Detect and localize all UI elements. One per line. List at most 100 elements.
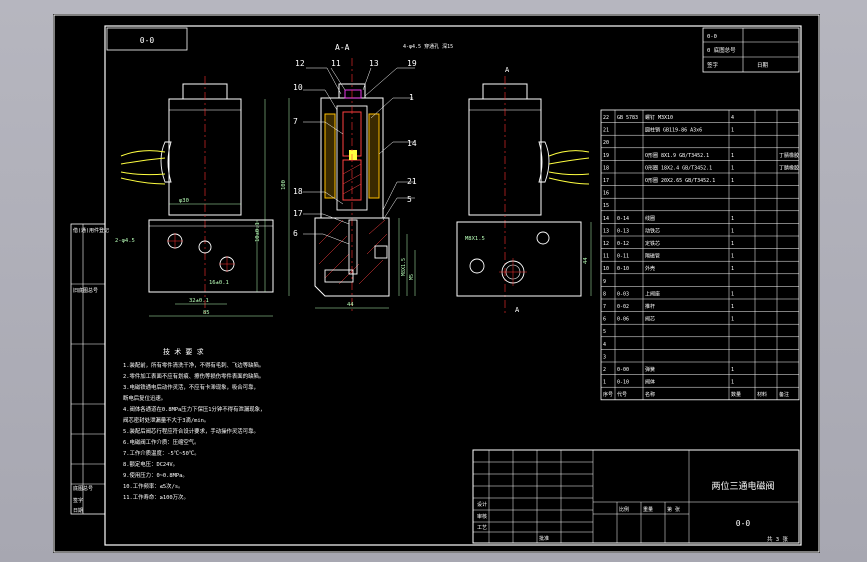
balloon-13: 13: [369, 59, 379, 68]
balloon-14: 14: [407, 139, 417, 148]
code-box: 0-0: [106, 27, 188, 51]
right-view: A A M8X1.5 44: [456, 66, 592, 314]
tech-req-line: 断电后复位迅速。: [123, 394, 166, 402]
bom-cell: 12: [603, 241, 609, 247]
corner-row-3: 签字: [707, 61, 719, 69]
balloon-10: 10: [293, 83, 303, 92]
bom-cell: 20: [603, 140, 609, 146]
view-marker-a-top: A: [505, 66, 510, 74]
bom-cell: O形圈 20X2.65 GB/T3452.1: [645, 177, 715, 184]
bom-cell: 0-14: [617, 216, 629, 222]
bom-cell: 0-13: [617, 228, 629, 234]
balloon-17: 17: [293, 209, 303, 218]
section-label: A-A: [335, 43, 350, 52]
bom-header-cell: 数量: [731, 391, 741, 398]
bom-cell: 9: [603, 279, 606, 285]
bom-cell: 1: [731, 128, 734, 134]
bom-cell: 弹簧: [645, 366, 655, 373]
bom-cell: 13: [603, 228, 609, 234]
bom-cell: GB 5783: [617, 115, 638, 121]
dim-section-44: 44: [347, 302, 354, 308]
strip-label-4: 签字: [73, 497, 83, 504]
dim-height-total: 100: [281, 180, 287, 190]
view-marker-a-bottom: A: [515, 306, 520, 314]
corner-row-2: 0 底图总号: [707, 46, 736, 54]
tech-req-line: 10.工作频率：≤5次/s。: [123, 482, 183, 490]
tb-drawing-title: 两位三通电磁阀: [711, 480, 774, 492]
bom-cell: 7: [603, 304, 606, 310]
bom-cell: 16: [603, 191, 609, 197]
bom-header-cell: 代号: [617, 391, 627, 398]
balloon-12: 12: [295, 59, 305, 68]
dim-left-holes: 2-φ4.5: [115, 238, 135, 244]
bom-cell: 8: [603, 291, 606, 297]
balloon-18: 18: [293, 187, 303, 196]
bom-cell: O形圈 18X2.4 GB/T3452.1: [645, 164, 712, 171]
cad-viewport[interactable]: 借(通)用件登记 旧底图总号 底图总号 签字 日期 0-0 0-0 0 底图总号…: [0, 0, 867, 562]
bom-cell: 2: [603, 367, 606, 373]
bom-cell: 隔磁管: [645, 253, 660, 260]
bom-cell: 15: [603, 203, 609, 209]
bom-cell: 阀芯: [645, 316, 655, 323]
tech-req-line: 2.零件加工表面不应有划痕、擦伤等损伤零件表面的缺陷。: [123, 372, 264, 380]
tech-req-line: 3.电磁铁通电后动作灵活，不应有卡滞现象，吸合可靠，: [123, 383, 259, 391]
bom-cell: 1: [731, 380, 734, 386]
bom-cell: 0-10: [617, 380, 629, 386]
balloon-5: 5: [407, 195, 412, 204]
tech-req-line: 1.装配前，所有零件清洗干净，不得有毛刺、飞边等缺陷。: [123, 361, 264, 369]
tb-scale-label: 比例: [619, 506, 629, 513]
tech-req-line: 5.装配后阀芯行程应符合设计要求，手动操作灵活可靠。: [123, 427, 259, 435]
tech-req-line: 11.工作寿命：≥100万次。: [123, 493, 189, 501]
tb-weight-label: 重量: [643, 506, 653, 513]
balloon-21: 21: [407, 177, 417, 186]
dim-section-10: M8X1.5: [401, 258, 407, 276]
dim-right-44: 44: [583, 257, 589, 264]
tb-row-design: 设计: [477, 501, 487, 508]
bom-cell: 1: [731, 291, 734, 297]
bom-header-cell: 材料: [757, 391, 767, 398]
bom-cell: 1: [731, 254, 734, 260]
bom-cell: 丁腈橡胶: [779, 152, 799, 159]
bom-cell: 0-03: [617, 291, 629, 297]
balloon-19: 19: [407, 59, 417, 68]
tech-req-title: 技 术 要 求: [163, 347, 204, 356]
bom-cell: 螺钉 M3X10: [645, 114, 673, 121]
bom-cell: 0-06: [617, 317, 629, 323]
bom-cell: 22: [603, 115, 609, 121]
top-note: 4-φ4.5 穿通孔 深15: [403, 43, 453, 50]
bom-cell: 0-00: [617, 367, 629, 373]
bom-cell: 1: [731, 216, 734, 222]
bom-cell: 外壳: [645, 265, 655, 272]
bom-table: 22 GB 5783 螺钉 M3X10 421 圆柱销 GB119-86 A3x6 120…: [600, 109, 800, 401]
corner-row-4: 日期: [757, 62, 769, 69]
bom-cell: 1: [731, 165, 734, 171]
bom-cell: 10: [603, 266, 609, 272]
bom-cell: 1: [731, 367, 734, 373]
bom-cell: O形圈 8X1.9 GB/T3452.1: [645, 152, 709, 159]
tech-req-line: 4.阀体各通道在0.8MPa压力下保压1分钟不得有泄漏现象，: [123, 405, 265, 413]
drawing-sheet: 借(通)用件登记 旧底图总号 底图总号 签字 日期 0-0 0-0 0 底图总号…: [53, 14, 820, 553]
strip-label-5: 日期: [73, 508, 83, 514]
dim-bottom-32: 32±0.1: [189, 298, 209, 304]
drawing-canvas: 借(通)用件登记 旧底图总号 底图总号 签字 日期 0-0 0-0 0 底图总号…: [53, 14, 820, 553]
bom-cell: 3: [603, 354, 606, 360]
bom-cell: 1: [731, 178, 734, 184]
balloon-1: 1: [409, 93, 414, 102]
dim-mid-height: 10±0.1: [255, 222, 261, 242]
bom-cell: 5: [603, 329, 606, 335]
tech-req-line: 9.使用压力：0~0.8MPa。: [123, 471, 188, 479]
bom-cell: 动铁芯: [645, 227, 660, 234]
tb-row-approve: 批准: [539, 535, 549, 542]
corner-table: 0-0 0 底图总号 签字 日期: [702, 27, 800, 73]
dim-section-m5: M5: [409, 274, 415, 280]
strip-label-1: 借(通)用件登记: [73, 227, 109, 234]
bom-header-cell: 序号: [603, 391, 613, 398]
left-binding-strip: 借(通)用件登记 旧底图总号 底图总号 签字 日期: [70, 223, 109, 515]
tb-row-review: 审核: [477, 513, 487, 520]
bom-cell: 1: [731, 304, 734, 310]
bom-cell: 丁腈橡胶: [779, 164, 799, 171]
bom-cell: 1: [731, 153, 734, 159]
bom-cell: 17: [603, 178, 609, 184]
bom-cell: 14: [603, 216, 609, 222]
balloon-6: 6: [293, 229, 298, 238]
